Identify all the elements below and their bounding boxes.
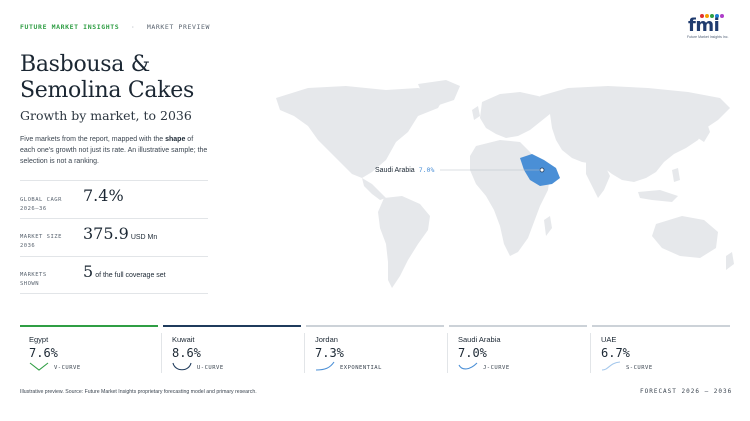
market-card-jordan[interactable]: Jordan 7.3% EXPONENTIAL — [304, 325, 444, 375]
source-footnote: Illustrative preview. Source: Future Mar… — [20, 389, 257, 395]
exponential-icon — [315, 361, 335, 371]
description-part-1: Five markets from the report, mapped wit… — [20, 136, 166, 143]
stat-label: MARKET SIZE 2036 — [20, 233, 62, 251]
world-map — [276, 80, 734, 288]
market-name: Jordan — [315, 335, 338, 344]
s-curve-icon — [601, 361, 621, 371]
central-america — [362, 178, 386, 200]
logo-tagline: Future Market Insights Inc. — [687, 35, 729, 39]
saudi-arabia-marker — [539, 167, 545, 173]
market-shape: J-CURVE — [483, 365, 510, 371]
philippines — [672, 168, 680, 182]
callout-name: Saudi Arabia — [375, 167, 415, 174]
stat-label-line-1: MARKETS — [20, 272, 47, 278]
madagascar — [544, 216, 552, 236]
stat-value-number: 7.4% — [83, 186, 124, 205]
logo-wordmark: fmi — [688, 15, 720, 36]
stat-value: 7.4% — [83, 186, 124, 205]
header-separator: · — [130, 23, 136, 31]
fmi-logo[interactable]: fmi Future Market Insights Inc. — [686, 14, 728, 40]
title-line-2: Semolina Cakes — [20, 78, 194, 103]
market-cagr: 7.6% — [29, 346, 58, 360]
stat-label-line-1: GLOBAL CAGR — [20, 197, 62, 203]
land-masses — [276, 80, 734, 288]
stat-unit: of the full coverage set — [95, 272, 166, 279]
stat-value: 375.9 USD Mn — [83, 224, 157, 243]
north-america — [276, 86, 446, 178]
stat-value: 5 of the full coverage set — [83, 262, 166, 281]
card-divider — [590, 333, 591, 373]
stat-value-number: 5 — [83, 262, 94, 281]
australia — [652, 216, 718, 258]
market-card-kuwait[interactable]: Kuwait 8.6% U-CURVE — [161, 325, 301, 375]
stat-markets-shown: MARKETS SHOWN 5 of the full coverage set — [20, 256, 208, 293]
market-cagr: 7.3% — [315, 346, 344, 360]
market-cagr: 8.6% — [172, 346, 201, 360]
j-curve-icon — [458, 362, 478, 370]
u-curve-icon — [172, 362, 192, 371]
description: Five markets from the report, mapped wit… — [20, 134, 210, 167]
uk — [472, 106, 480, 120]
stat-label-line-2: 2036 — [20, 243, 36, 249]
stat-label: GLOBAL CAGR 2026–36 — [20, 196, 62, 214]
stat-label-line-2: SHOWN — [20, 281, 40, 287]
market-name: Kuwait — [172, 335, 195, 344]
page-title: Basbousa & Semolina Cakes — [20, 52, 194, 104]
map-callout: Saudi Arabia 7.0% — [375, 166, 434, 174]
forecast-range: FORECAST 2026 – 2036 — [640, 388, 733, 395]
stat-unit: USD Mn — [130, 234, 158, 241]
market-shape: V-CURVE — [54, 365, 81, 371]
stat-label-line-2: 2026–36 — [20, 206, 47, 212]
card-divider — [447, 333, 448, 373]
market-name: Egypt — [29, 335, 49, 344]
header-bar: FUTURE MARKET INSIGHTS · MARKET PREVIEW — [20, 23, 210, 31]
market-shape: U-CURVE — [197, 365, 224, 371]
card-divider — [161, 333, 162, 373]
card-divider — [304, 333, 305, 373]
description-bold: shape — [165, 136, 186, 143]
south-america — [378, 196, 430, 288]
market-cagr: 6.7% — [601, 346, 630, 360]
v-curve-icon — [29, 362, 49, 371]
market-name: Saudi Arabia — [458, 335, 501, 344]
indonesia — [638, 190, 678, 202]
market-cagr: 7.0% — [458, 346, 487, 360]
market-shape: S-CURVE — [626, 365, 653, 371]
new-zealand — [726, 252, 734, 270]
stat-label: MARKETS SHOWN — [20, 271, 47, 289]
page-kind-label: MARKET PREVIEW — [146, 23, 211, 31]
stat-global-cagr: GLOBAL CAGR 2026–36 7.4% — [20, 180, 208, 217]
market-card-uae[interactable]: UAE 6.7% S-CURVE — [590, 325, 730, 375]
market-shape: EXPONENTIAL — [340, 365, 382, 371]
market-card-saudi-arabia[interactable]: Saudi Arabia 7.0% J-CURVE — [447, 325, 587, 375]
stat-value-number: 375.9 — [83, 224, 129, 243]
page-subtitle: Growth by market, to 2036 — [20, 108, 192, 123]
stats-divider — [20, 293, 208, 294]
logo-dot — [720, 14, 724, 18]
stat-market-size: MARKET SIZE 2036 375.9 USD Mn — [20, 218, 208, 255]
market-cards: Egypt 7.6% V-CURVE Kuwait 8.6% U-CURVE J… — [20, 325, 730, 375]
market-name: UAE — [601, 335, 617, 344]
stat-label-line-1: MARKET SIZE — [20, 234, 62, 240]
brand-label: FUTURE MARKET INSIGHTS — [20, 23, 120, 31]
market-card-egypt[interactable]: Egypt 7.6% V-CURVE — [20, 325, 158, 375]
title-line-1: Basbousa & — [20, 52, 151, 77]
callout-value: 7.0% — [418, 166, 435, 174]
europe — [480, 92, 552, 138]
